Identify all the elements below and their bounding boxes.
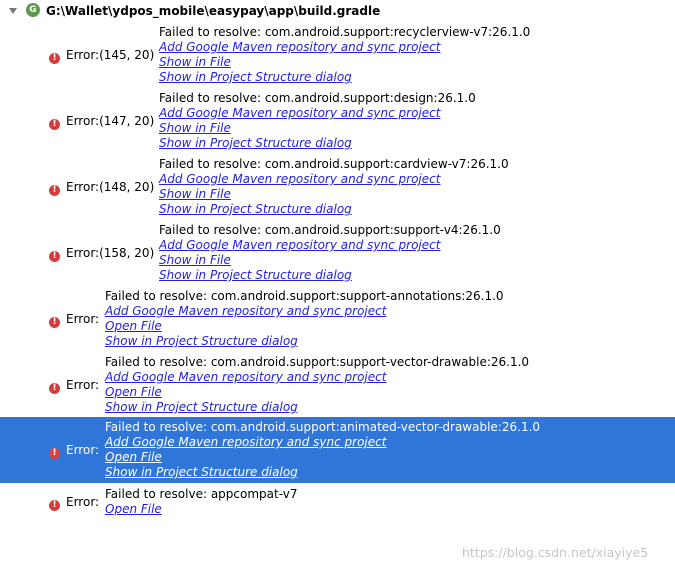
error-item[interactable]: ! Error: Failed to resolve: appcompat-v7 Op… [0, 486, 675, 520]
project-structure-link[interactable]: Show in Project Structure dialog [159, 70, 352, 84]
error-item[interactable]: ! Error: Failed to resolve: com.android.su… [0, 288, 675, 354]
error-item[interactable]: ! Error:(145, 20) Failed to resolve: com.a… [0, 24, 675, 90]
error-item[interactable]: ! Error:(148, 20) Failed to resolve: com.a… [0, 156, 675, 222]
error-message: Failed to resolve: com.android.support:r… [159, 25, 531, 39]
error-item[interactable]: ! Error: Failed to resolve: com.android.su… [0, 354, 675, 420]
show-in-file-link[interactable]: Show in File [159, 121, 231, 135]
project-structure-link[interactable]: Show in Project Structure dialog [159, 202, 352, 216]
error-label: ! Error:(148, 20) [49, 180, 154, 196]
error-message: Failed to resolve: com.android.support:s… [159, 223, 501, 237]
error-icon: ! [49, 448, 60, 459]
error-location: Error:(145, 20) [66, 48, 155, 62]
error-item[interactable]: ! Error: Failed to resolve: com.android.su… [0, 417, 675, 483]
error-location: Error:(158, 20) [66, 246, 155, 260]
gradle-file-node[interactable]: G G:\Wallet\ydpos_mobile\easypay\app\bui… [0, 3, 675, 19]
show-in-file-link[interactable]: Show in File [159, 253, 231, 267]
project-structure-link[interactable]: Show in Project Structure dialog [105, 400, 298, 414]
gradle-file-icon: G [26, 3, 40, 17]
error-location: Error: [66, 378, 100, 392]
add-google-maven-link[interactable]: Add Google Maven repository and sync pro… [105, 435, 386, 449]
error-icon: ! [49, 383, 60, 394]
open-file-link[interactable]: Open File [105, 319, 162, 333]
error-label: ! Error: [49, 443, 99, 459]
error-item[interactable]: ! Error:(147, 20) Failed to resolve: com.a… [0, 90, 675, 156]
error-message: Failed to resolve: appcompat-v7 [105, 487, 298, 501]
collapse-triangle-icon[interactable] [9, 8, 17, 14]
error-location: Error: [66, 443, 100, 457]
error-icon: ! [49, 119, 60, 130]
error-message: Failed to resolve: com.android.support:s… [105, 355, 530, 369]
add-google-maven-link[interactable]: Add Google Maven repository and sync pro… [105, 370, 386, 384]
file-path: G:\Wallet\ydpos_mobile\easypay\app\build… [46, 4, 381, 18]
error-item[interactable]: ! Error:(158, 20) Failed to resolve: com.a… [0, 222, 675, 288]
error-label: ! Error: [49, 495, 99, 511]
add-google-maven-link[interactable]: Add Google Maven repository and sync pro… [159, 172, 440, 186]
project-structure-link[interactable]: Show in Project Structure dialog [159, 136, 352, 150]
add-google-maven-link[interactable]: Add Google Maven repository and sync pro… [159, 40, 440, 54]
error-label: ! Error: [49, 378, 99, 394]
project-structure-link[interactable]: Show in Project Structure dialog [159, 268, 352, 282]
error-icon: ! [49, 53, 60, 64]
show-in-file-link[interactable]: Show in File [159, 55, 231, 69]
error-icon: ! [49, 317, 60, 328]
error-icon: ! [49, 251, 60, 262]
error-location: Error: [66, 495, 100, 509]
error-icon: ! [49, 185, 60, 196]
error-label: ! Error:(145, 20) [49, 48, 154, 64]
project-structure-link[interactable]: Show in Project Structure dialog [105, 465, 298, 479]
error-label: ! Error:(147, 20) [49, 114, 154, 130]
add-google-maven-link[interactable]: Add Google Maven repository and sync pro… [159, 238, 440, 252]
add-google-maven-link[interactable]: Add Google Maven repository and sync pro… [105, 304, 386, 318]
show-in-file-link[interactable]: Show in File [159, 187, 231, 201]
error-message: Failed to resolve: com.android.support:c… [159, 157, 509, 171]
error-location: Error: [66, 312, 100, 326]
project-structure-link[interactable]: Show in Project Structure dialog [105, 334, 298, 348]
open-file-link[interactable]: Open File [105, 450, 162, 464]
error-label: ! Error:(158, 20) [49, 246, 154, 262]
error-icon: ! [49, 500, 60, 511]
open-file-link[interactable]: Open File [105, 385, 162, 399]
watermark: https://blog.csdn.net/xiayiye5 [462, 545, 649, 560]
error-message: Failed to resolve: com.android.support:d… [159, 91, 476, 105]
error-message: Failed to resolve: com.android.support:a… [105, 420, 541, 434]
error-message: Failed to resolve: com.android.support:s… [105, 289, 504, 303]
add-google-maven-link[interactable]: Add Google Maven repository and sync pro… [159, 106, 440, 120]
error-location: Error:(147, 20) [66, 114, 155, 128]
error-label: ! Error: [49, 312, 99, 328]
error-location: Error:(148, 20) [66, 180, 155, 194]
open-file-link[interactable]: Open File [105, 502, 162, 516]
